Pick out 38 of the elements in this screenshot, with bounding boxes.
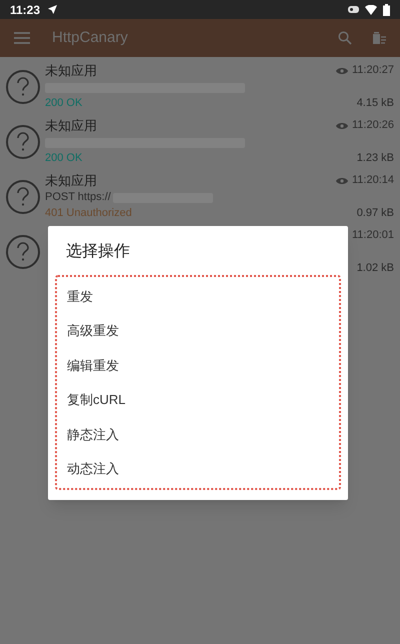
dialog-option[interactable]: 静态注入 bbox=[57, 417, 339, 452]
battery-icon bbox=[383, 4, 390, 16]
response-size: 0.97 kB bbox=[356, 206, 394, 222]
dialog-option[interactable]: 高级重发 bbox=[57, 314, 339, 348]
response-size: 4.15 kB bbox=[356, 96, 394, 112]
request-time: 11:20:27 bbox=[352, 63, 394, 78]
request-time: 11:20:14 bbox=[352, 173, 394, 188]
location-arrow-icon bbox=[48, 5, 58, 14]
wifi-icon bbox=[365, 4, 377, 14]
question-icon bbox=[6, 234, 40, 268]
response-size: 1.02 kB bbox=[356, 261, 394, 276]
dialog-option[interactable]: 复制cURL bbox=[57, 382, 339, 417]
clear-list-icon[interactable] bbox=[372, 31, 386, 45]
question-icon bbox=[6, 180, 40, 214]
app-name: 未知应用 bbox=[45, 172, 97, 190]
app-title: HttpCanary bbox=[52, 28, 129, 48]
dialog-option[interactable]: 动态注入 bbox=[57, 452, 339, 486]
request-time: 11:20:26 bbox=[352, 118, 394, 134]
status-code: 200 OK bbox=[45, 96, 82, 112]
vpn-key-icon bbox=[348, 6, 359, 13]
search-icon[interactable] bbox=[338, 31, 352, 45]
clock: 11:23 bbox=[10, 2, 40, 18]
question-icon bbox=[6, 124, 40, 158]
eye-icon bbox=[336, 122, 348, 130]
dialog-option[interactable]: 编辑重发 bbox=[57, 348, 339, 382]
response-size: 1.23 kB bbox=[356, 151, 394, 166]
status-code: 200 OK bbox=[45, 151, 82, 166]
dialog-title: 选择操作 bbox=[66, 242, 131, 262]
eye-icon bbox=[336, 66, 348, 74]
question-icon bbox=[6, 70, 40, 104]
app-name: 未知应用 bbox=[45, 116, 97, 135]
request-url: POST https:// bbox=[45, 190, 111, 206]
dialog-option[interactable]: 重发 bbox=[57, 279, 339, 314]
menu-icon[interactable] bbox=[14, 32, 30, 44]
app-name: 未知应用 bbox=[45, 62, 97, 80]
eye-icon bbox=[336, 176, 348, 184]
request-time: 11:20:01 bbox=[352, 228, 394, 244]
status-code: 401 Unauthorized bbox=[45, 206, 132, 222]
